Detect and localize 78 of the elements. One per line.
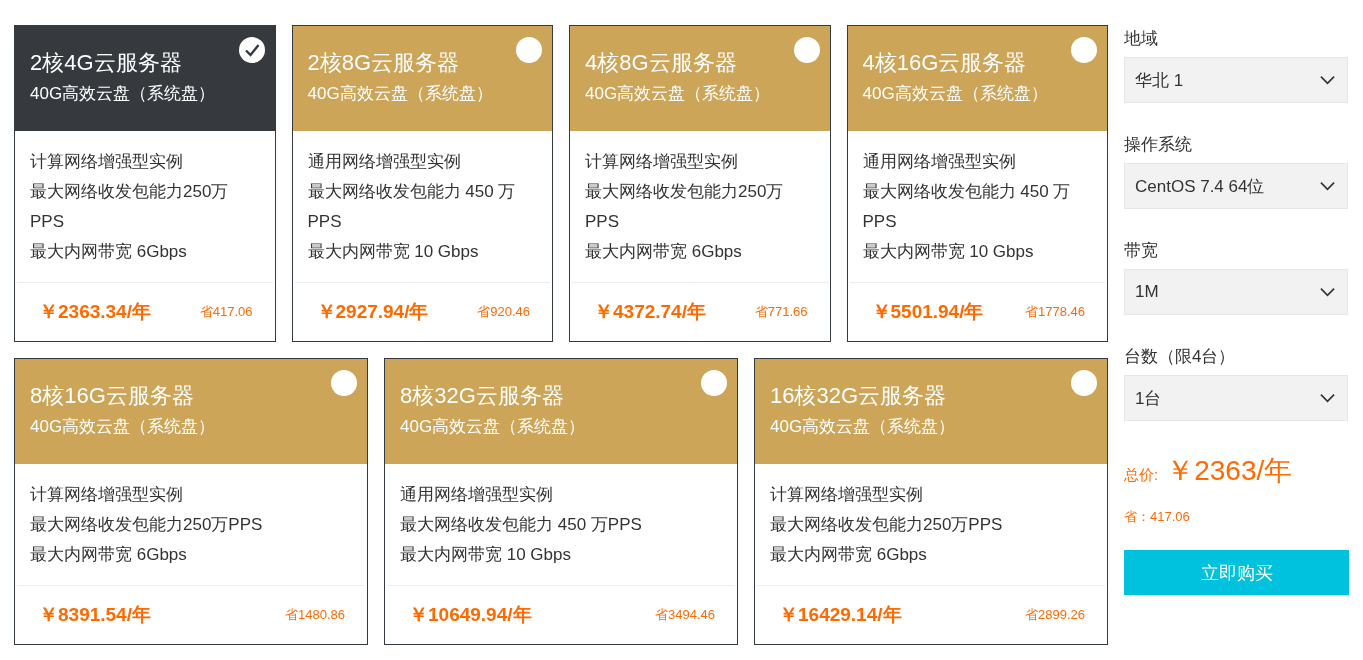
spec-text: 通用网络增强型实例: [400, 484, 554, 506]
option-label: 地域: [1124, 28, 1159, 50]
option-select[interactable]: 1M: [1124, 269, 1348, 315]
disk-text: 40G高效云盘（系统盘）: [862, 83, 1049, 105]
option-select[interactable]: 1台: [1124, 375, 1348, 421]
spec-text: 计算网络增强型实例: [770, 484, 924, 506]
total-label: 总价:: [1124, 466, 1159, 485]
radio-icon[interactable]: [1071, 370, 1097, 396]
disk-text: 40G高效云盘（系统盘）: [400, 416, 587, 438]
disk-text: 40G高效云盘（系统盘）: [30, 416, 217, 438]
option-label: 台数（限4台）: [1124, 346, 1237, 368]
radio-icon[interactable]: [516, 37, 542, 63]
radio-icon[interactable]: [331, 370, 357, 396]
radio-icon[interactable]: [793, 37, 820, 63]
saving-text: 省1778.46: [1025, 303, 1085, 321]
saving-text: 省2899.26: [1025, 606, 1085, 624]
option-select[interactable]: CentOS 7.4 64位: [1124, 163, 1348, 209]
saving-text: 省417.06: [199, 303, 253, 321]
spec-text: 计算网络增强型实例: [30, 151, 184, 173]
disk-text: 40G高效云盘（系统盘）: [585, 83, 772, 105]
spec-text: 最大内网带宽 6Gbps: [30, 241, 188, 263]
total-price: ￥2363/年: [1166, 454, 1293, 488]
radio-icon[interactable]: [701, 370, 727, 396]
chevron-down-icon: [1320, 287, 1335, 297]
spec-text: 最大内网带宽 10 Gbps: [862, 241, 1035, 263]
price-text: ￥16429.14/年: [779, 603, 902, 627]
saving-text: 省920.46: [477, 303, 530, 321]
chevron-down-icon: [1320, 75, 1335, 85]
plan-title: 8核32G云服务器: [400, 382, 565, 410]
plan-card[interactable]: 4核16G云服务器 40G高效云盘（系统盘） 通用网络增强型实例 最大网络收发包能力 450 万 PPS 最大内网带宽 10 Gbps ￥5501.94/年 省1778.46: [846, 25, 1108, 342]
plan-title: 16核32G云服务器: [770, 382, 948, 410]
saving-text: 省1480.86: [285, 606, 345, 624]
price-text: ￥8391.54/年: [39, 603, 151, 627]
option-label: 带宽: [1124, 240, 1159, 262]
check-icon[interactable]: [238, 37, 265, 63]
plan-card[interactable]: 2核4G云服务器 40G高效云盘（系统盘） 计算网络增强型实例 最大网络收发包能力250万PPS 最大内网带宽 6Gbps ￥2363.34/年 省417.06: [14, 25, 276, 342]
saving-text: 省771.66: [754, 303, 808, 321]
plan-title: 4核8G云服务器: [585, 49, 738, 77]
spec-text: 通用网络增强型实例: [862, 151, 1017, 173]
option-select[interactable]: 华北 1: [1124, 57, 1348, 103]
plan-card[interactable]: 4核8G云服务器 40G高效云盘（系统盘） 计算网络增强型实例 最大网络收发包能力250万PPS 最大内网带宽 6Gbps ￥4372.74/年 省771.66: [569, 25, 831, 342]
spec-text: 最大内网带宽 10 Gbps: [400, 544, 572, 566]
spec-text: 最大网络收发包能力 450 万 PPS: [307, 181, 517, 233]
plan-card[interactable]: 8核16G云服务器 40G高效云盘（系统盘） 计算网络增强型实例 最大网络收发包能力250万PPS 最大内网带宽 6Gbps ￥8391.54/年 省1480.86: [14, 358, 368, 645]
spec-text: 计算网络增强型实例: [585, 151, 739, 173]
spec-text: 最大网络收发包能力 450 万PPS: [400, 514, 643, 536]
price-text: ￥2927.94/年: [316, 300, 429, 324]
plan-card[interactable]: 8核32G云服务器 40G高效云盘（系统盘） 通用网络增强型实例 最大网络收发包能力 450 万PPS 最大内网带宽 10 Gbps ￥10649.94/年 省3494.46: [384, 358, 738, 645]
spec-text: 最大网络收发包能力250万PPS: [30, 514, 264, 536]
option-label: 操作系统: [1124, 134, 1193, 156]
plan-card[interactable]: 16核32G云服务器 40G高效云盘（系统盘） 计算网络增强型实例 最大网络收发包能力250万PPS 最大内网带宽 6Gbps ￥16429.14/年 省2899.26: [754, 358, 1108, 645]
chevron-down-icon: [1320, 393, 1335, 403]
spec-text: 最大内网带宽 10 Gbps: [307, 241, 480, 263]
spec-text: 通用网络增强型实例: [307, 151, 462, 173]
spec-text: 最大内网带宽 6Gbps: [30, 544, 188, 566]
spec-text: 最大内网带宽 6Gbps: [585, 241, 743, 263]
saving-text: 省3494.46: [655, 606, 715, 624]
price-text: ￥4372.74/年: [594, 300, 706, 324]
spec-text: 最大内网带宽 6Gbps: [770, 544, 928, 566]
spec-text: 最大网络收发包能力250万PPS: [30, 181, 230, 233]
price-text: ￥10649.94/年: [409, 603, 532, 627]
spec-text: 计算网络增强型实例: [30, 484, 184, 506]
radio-icon[interactable]: [1071, 37, 1097, 63]
spec-text: 最大网络收发包能力250万PPS: [585, 181, 785, 233]
plan-title: 2核4G云服务器: [30, 49, 183, 77]
total-saving: 省：417.06: [1124, 508, 1191, 526]
plan-title: 4核16G云服务器: [862, 49, 1028, 77]
plan-card[interactable]: 2核8G云服务器 40G高效云盘（系统盘） 通用网络增强型实例 最大网络收发包能力 450 万 PPS 最大内网带宽 10 Gbps ￥2927.94/年 省920.46: [291, 25, 553, 342]
disk-text: 40G高效云盘（系统盘）: [307, 83, 494, 105]
disk-text: 40G高效云盘（系统盘）: [30, 83, 217, 105]
plan-title: 8核16G云服务器: [30, 382, 195, 410]
disk-text: 40G高效云盘（系统盘）: [770, 416, 957, 438]
price-text: ￥2363.34/年: [39, 300, 151, 324]
spec-text: 最大网络收发包能力 450 万 PPS: [862, 181, 1072, 233]
plan-title: 2核8G云服务器: [307, 49, 461, 77]
price-text: ￥5501.94/年: [871, 300, 984, 324]
spec-text: 最大网络收发包能力250万PPS: [770, 514, 1004, 536]
chevron-down-icon: [1320, 181, 1335, 191]
